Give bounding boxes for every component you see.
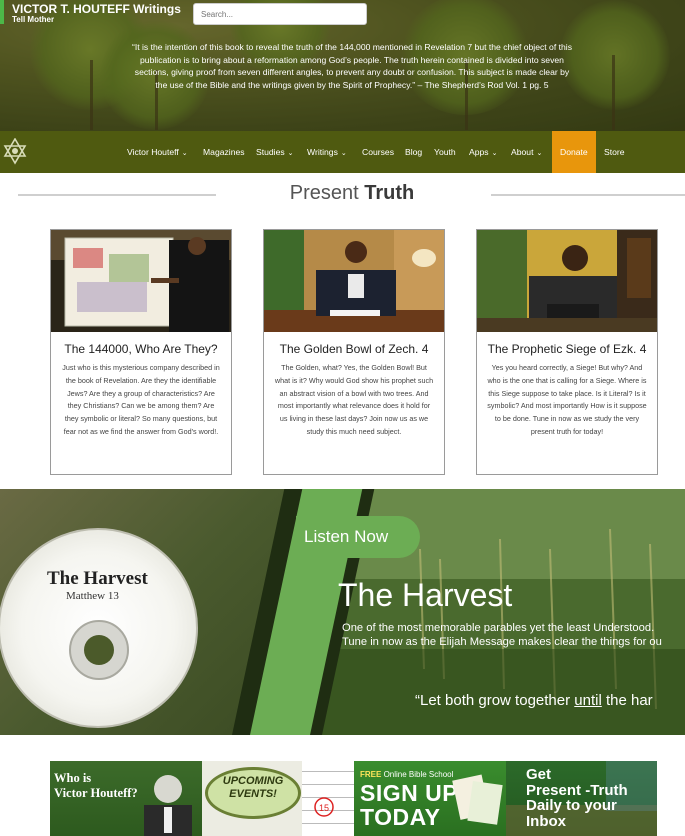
svg-text:15: 15: [319, 803, 329, 813]
main-nav: Victor Houteff ⌄ Magazines Studies ⌄ Writi…: [0, 131, 685, 173]
card-image-speaker-with-laptop[interactable]: [477, 230, 657, 332]
card-title[interactable]: The Prophetic Siege of Ezk. 4: [477, 342, 657, 356]
cd-title: The Harvest: [47, 568, 148, 589]
promo-daily-inbox[interactable]: Get Present -Truth Daily to your Inbox: [506, 761, 657, 836]
promo-who-is-houteff[interactable]: Who is Victor Houteff?: [50, 761, 202, 836]
card-144000[interactable]: The 144000, Who Are They? Just who is th…: [50, 229, 232, 475]
chevron-down-icon: ⌄: [536, 150, 543, 157]
harvest-title: The Harvest: [338, 577, 513, 613]
site-title[interactable]: VICTOR T. HOUTEFF Writings: [12, 2, 181, 16]
nav-blog[interactable]: Blog: [405, 131, 422, 173]
cd-subtitle: Matthew 13: [66, 590, 119, 602]
star-of-david-logo-icon[interactable]: [3, 138, 27, 165]
nav-apps[interactable]: Apps ⌄: [469, 131, 497, 173]
chevron-down-icon: ⌄: [287, 150, 294, 157]
card-image-speaker-at-desk[interactable]: [264, 230, 444, 332]
portrait-image: [144, 775, 192, 836]
site-tagline: Tell Mother: [12, 15, 55, 24]
harvest-cd-image[interactable]: The Harvest Matthew 13: [0, 528, 198, 728]
nav-writings[interactable]: Writings ⌄: [307, 131, 347, 173]
chevron-down-icon: ⌄: [340, 150, 347, 157]
listen-now-button[interactable]: Listen Now: [296, 516, 420, 558]
books-icon: [452, 774, 503, 825]
nav-courses[interactable]: Courses: [362, 131, 394, 173]
harvest-quote: “Let both grow together until the har: [415, 692, 653, 709]
nav-donate-button[interactable]: Donate: [552, 131, 596, 173]
nav-store[interactable]: Store: [604, 131, 625, 173]
card-title[interactable]: The 144000, Who Are They?: [51, 342, 231, 356]
card-description: The Golden, what? Yes, the Golden Bowl! …: [274, 363, 434, 436]
nav-magazines[interactable]: Magazines: [203, 131, 245, 173]
promo-bible-school-signup[interactable]: FREE Online Bible School SIGN UP TODAY: [354, 761, 506, 836]
nav-victor-houteff[interactable]: Victor Houteff ⌄: [127, 131, 188, 173]
search-input[interactable]: [193, 3, 367, 25]
chevron-down-icon: ⌄: [491, 150, 498, 157]
card-golden-bowl[interactable]: The Golden Bowl of Zech. 4 The Golden, w…: [263, 229, 445, 475]
card-prophetic-siege[interactable]: The Prophetic Siege of Ezk. 4 Yes you he…: [476, 229, 658, 475]
calendar-icon: 15: [302, 761, 354, 836]
harvest-description: One of the most memorable parables yet t…: [342, 622, 662, 648]
hero-quote: “It is the intention of this book to rev…: [132, 42, 572, 91]
card-title[interactable]: The Golden Bowl of Zech. 4: [264, 342, 444, 356]
title-accent-bar: [0, 0, 4, 24]
nav-studies[interactable]: Studies ⌄: [256, 131, 294, 173]
chevron-down-icon: ⌄: [181, 150, 188, 157]
card-description: Yes you heard correctly, a Siege! But wh…: [487, 363, 647, 436]
section-title: Present Truth: [289, 182, 415, 204]
card-image-teacher-with-chart[interactable]: [51, 230, 231, 332]
nav-youth[interactable]: Youth: [434, 131, 456, 173]
promo-upcoming-events[interactable]: 15 UPCOMING EVENTS!: [202, 761, 354, 836]
hero-header: VICTOR T. HOUTEFF Writings Tell Mother “…: [0, 0, 685, 131]
card-description: Just who is this mysterious company desc…: [62, 363, 220, 436]
nav-about[interactable]: About ⌄: [511, 131, 542, 173]
